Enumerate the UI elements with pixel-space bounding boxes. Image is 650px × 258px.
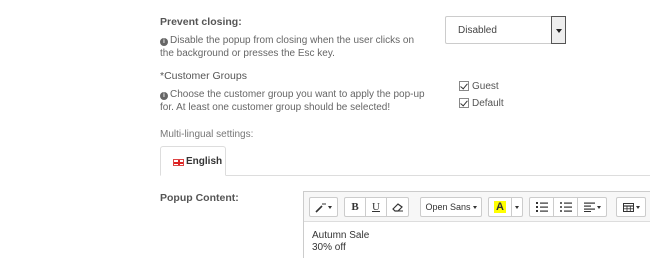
content-line: Autumn Sale [312, 230, 370, 241]
text-color-dropdown[interactable] [511, 197, 523, 217]
multilingual-label: Multi-lingual settings: [160, 129, 254, 140]
table-button[interactable] [616, 197, 646, 217]
table-icon [622, 202, 634, 212]
caret-down-icon [328, 205, 332, 209]
magic-wand-icon [315, 202, 326, 213]
caret-down-icon [515, 205, 519, 209]
editor-content[interactable]: Autumn Sale 30% off [312, 230, 369, 254]
editor-toolbar: B U Open Sans A [304, 192, 650, 222]
eraser-button[interactable] [386, 197, 409, 217]
prevent-closing-select[interactable]: Disabled [445, 16, 566, 44]
prevent-closing-help-text: Disable the popup from closing when the … [160, 35, 415, 59]
unordered-list-button[interactable] [553, 197, 578, 217]
popup-content-label: Popup Content: [160, 192, 239, 204]
info-icon: i [160, 92, 168, 100]
tabs-divider [160, 175, 650, 176]
default-checkbox-label[interactable]: Default [472, 98, 504, 109]
font-family-button[interactable]: Open Sans [420, 197, 482, 217]
style-button[interactable] [309, 197, 338, 217]
text-color-button[interactable]: A [488, 197, 512, 217]
rich-text-editor[interactable]: B U Open Sans A Autumn Sale 30% off [303, 191, 650, 258]
text-color-letter: A [494, 201, 506, 213]
caret-down-icon [596, 205, 601, 209]
prevent-closing-help: i Disable the popup from closing when the… [160, 34, 425, 60]
bold-button[interactable]: B [344, 197, 366, 217]
align-left-icon [583, 202, 595, 213]
prevent-closing-select-value: Disabled [458, 25, 497, 36]
default-checkbox[interactable] [459, 98, 469, 108]
unordered-list-icon [559, 202, 572, 213]
guest-checkbox[interactable] [459, 81, 469, 91]
customer-groups-help: i Choose the customer group you want to a… [160, 88, 428, 114]
tab-english-label: English [186, 156, 223, 167]
caret-down-icon [635, 205, 640, 209]
prevent-closing-label: Prevent closing: [160, 16, 242, 28]
align-button[interactable] [577, 197, 607, 217]
ordered-list-icon [535, 202, 548, 213]
chevron-down-icon[interactable] [551, 16, 566, 44]
content-line: 30% off [312, 242, 346, 253]
customer-groups-label: *Customer Groups [160, 70, 247, 82]
customer-groups-help-text: Choose the customer group you want to ap… [160, 89, 425, 113]
caret-down-icon [472, 206, 477, 210]
info-icon: i [160, 38, 168, 46]
font-family-value: Open Sans [425, 202, 471, 212]
ordered-list-button[interactable] [529, 197, 554, 217]
underline-button[interactable]: U [365, 197, 387, 217]
tab-english[interactable]: English [160, 146, 226, 176]
guest-checkbox-label[interactable]: Guest [472, 81, 499, 92]
english-flag-icon [173, 159, 184, 166]
eraser-icon [391, 203, 403, 212]
